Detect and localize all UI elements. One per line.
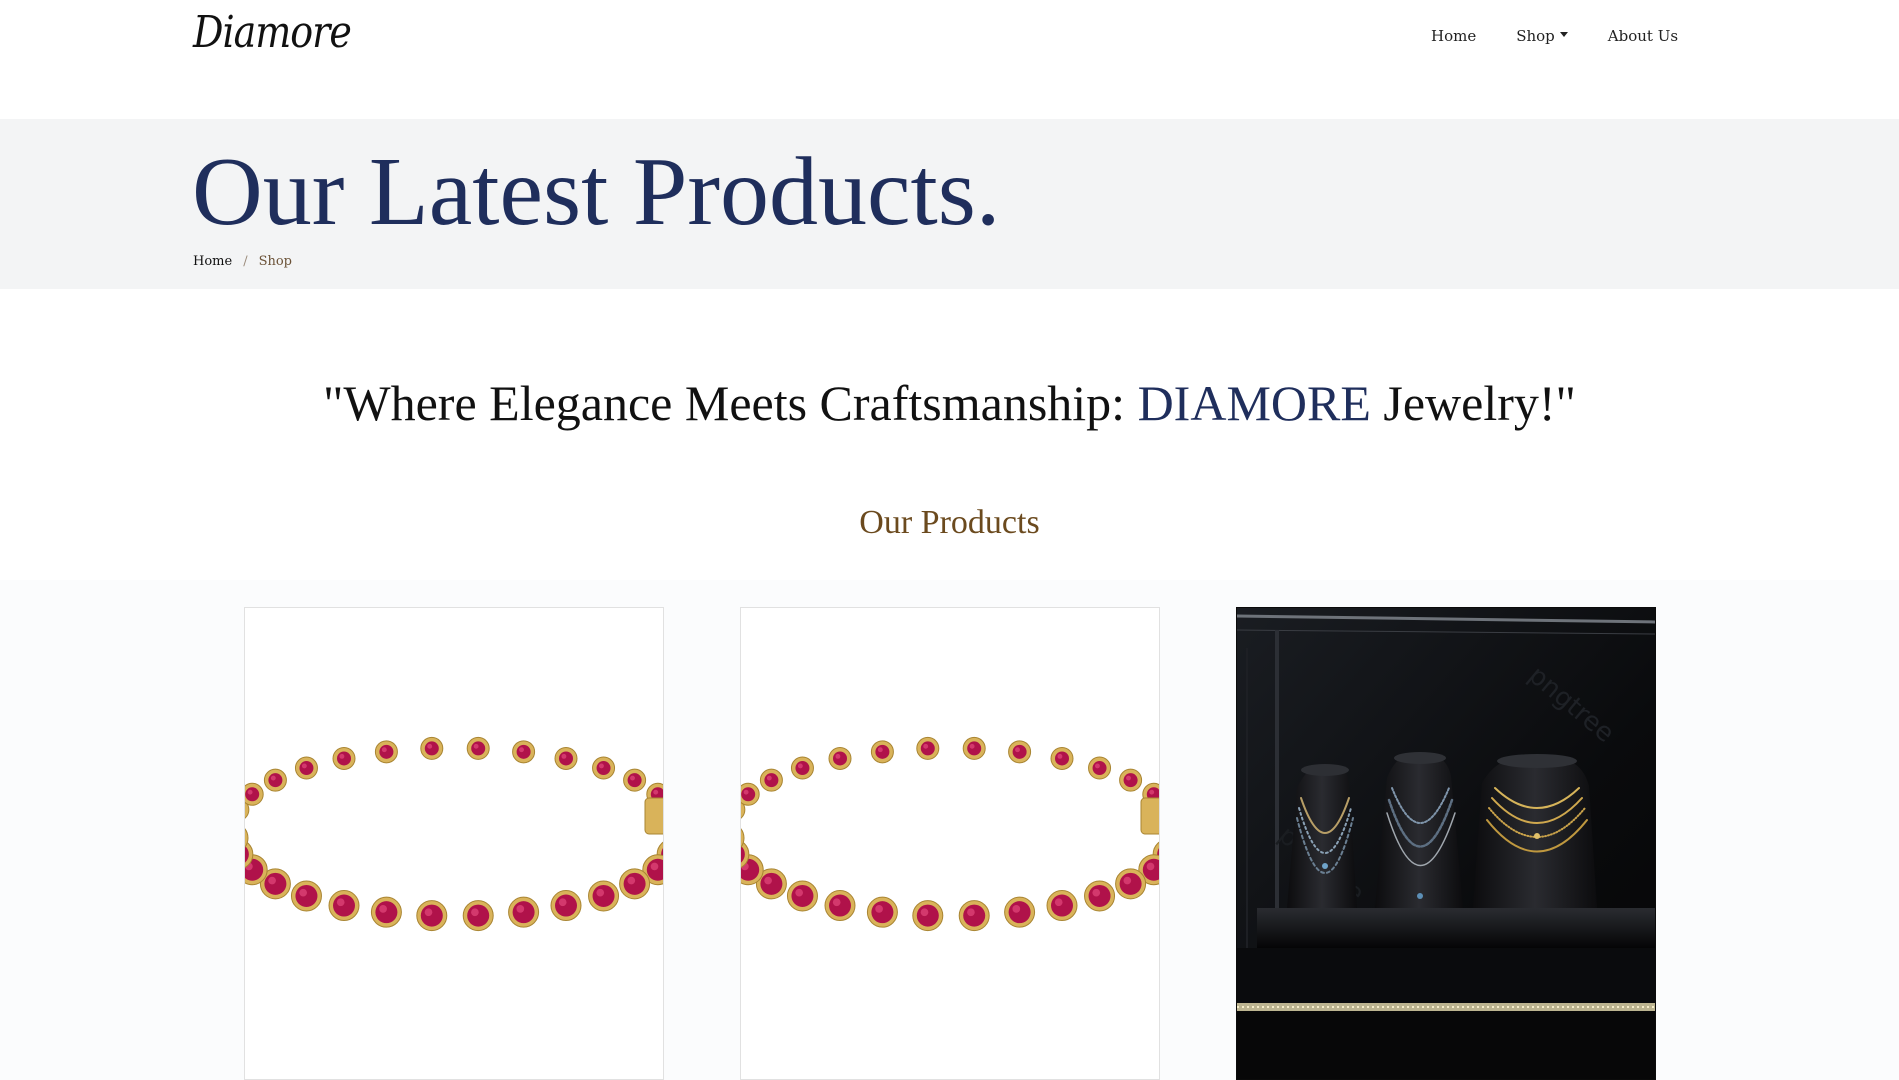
nav-home-link[interactable]: Home <box>1431 27 1476 45</box>
products-heading: Our Products <box>859 504 1040 541</box>
product-card[interactable]: pngtree pngtree <box>1236 607 1656 1080</box>
nav-shop-label: Shop <box>1516 27 1555 45</box>
bust-middle <box>1375 752 1463 908</box>
tagline: "Where Elegance Meets Craftsmanship: DIA… <box>0 376 1899 431</box>
page-title: Our Latest Products. <box>192 138 1001 246</box>
tagline-suffix: Jewelry!" <box>1370 375 1576 431</box>
tagline-brand: DIAMORE <box>1137 375 1371 431</box>
caret-down-icon <box>1559 31 1568 37</box>
breadcrumb-home-link[interactable]: Home <box>193 254 232 269</box>
navbar: Diamore Home Shop About Us <box>0 0 1899 119</box>
tagline-prefix: "Where Elegance Meets Craftsmanship: <box>323 375 1138 431</box>
breadcrumb-separator: / <box>243 254 248 269</box>
nav-about-link[interactable]: About Us <box>1608 27 1678 45</box>
product-card[interactable] <box>740 607 1160 1080</box>
product-card[interactable] <box>244 607 664 1080</box>
bracelet-image <box>245 736 663 932</box>
breadcrumb: Home / Shop <box>193 254 292 269</box>
page-header: Our Latest Products. Home / Shop <box>0 119 1899 289</box>
brand-logo[interactable]: Diamore <box>193 7 352 58</box>
nav-links: Home Shop About Us <box>1431 27 1678 45</box>
necklace-display-image: pngtree pngtree <box>1237 608 1655 1079</box>
nav-shop-dropdown[interactable]: Shop <box>1516 27 1568 45</box>
breadcrumb-current: Shop <box>258 254 293 269</box>
bracelet-image <box>741 736 1159 932</box>
